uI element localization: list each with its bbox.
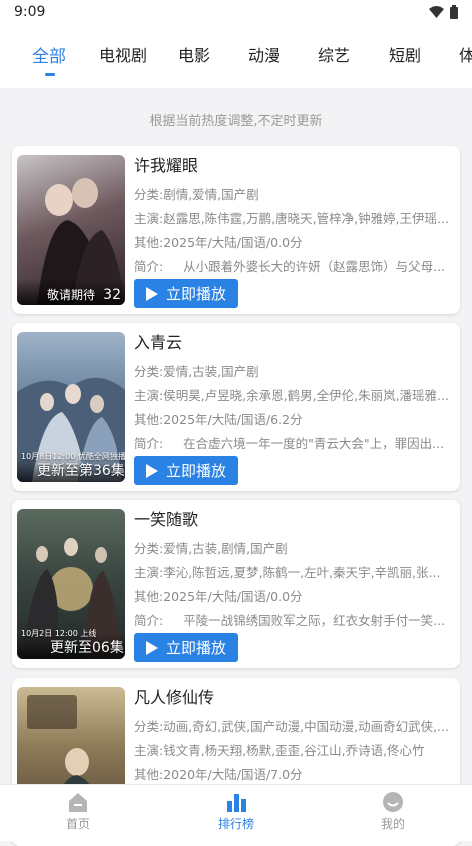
bottom-navigation: 首页 排行榜 我的 [0,784,472,841]
status-time: 9:09 [14,4,46,20]
drama-category: 分类:爱情,古装,剧情,国产剧 [134,541,288,556]
play-now-button[interactable]: 立即播放 [134,633,238,662]
intro-label: 简介: [134,436,164,451]
intro-label: 简介: [134,613,164,628]
drama-title[interactable]: 入青云 [134,332,452,360]
drama-info: 凡人修仙传 分类:动画,奇幻,武侠,国产动漫,中国动漫,动画奇幻武侠,... 主… [134,687,452,787]
nav-ranking-label: 排行榜 [217,817,254,831]
drama-card[interactable]: 10月2日 12:00 上线 更新至06集 一笑随歌 分类:爱情,古装,剧情,国… [12,500,460,668]
play-now-label: 立即播放 [165,639,226,657]
drama-cast: 主演:侯明昊,卢昱晓,余承恩,鹤男,全伊伦,朱丽岚,潘瑶雅... [134,388,449,403]
drama-other-info: 其他:2025年/大陆/国语/0.0分 [134,235,303,250]
drama-cast: 主演:赵露思,陈伟霆,万鹏,唐晓天,管梓净,钟雅婷,王伊瑶... [134,211,449,226]
drama-title[interactable]: 许我耀眼 [134,155,452,183]
active-tab-indicator [45,73,55,76]
tab-sports[interactable]: 体 [459,42,472,66]
play-now-button[interactable]: 立即播放 [134,279,238,308]
drama-title[interactable]: 凡人修仙传 [134,687,452,715]
ranking-icon [227,794,246,812]
tab-movies[interactable]: 电影 [178,42,210,66]
poster-image[interactable]: 10月8日12:00 优酷全网独播 更新至第36集 [17,332,125,482]
drama-card[interactable]: 10月8日12:00 优酷全网独播 更新至第36集 入青云 分类:爱情,古装,国… [12,323,460,491]
drama-category: 分类:动画,奇幻,武侠,国产动漫,中国动漫,动画奇幻武侠,... [134,719,449,734]
play-icon [145,286,158,301]
play-now-label: 立即播放 [165,462,226,480]
play-icon [145,463,158,478]
tab-tv-series[interactable]: 电视剧 [99,42,147,66]
intro-text: 平陵一战锦绣国败军之际，红衣女射手付一笑... [183,613,446,628]
poster-image[interactable]: 敬请期待 32 [17,155,125,305]
wifi-icon [429,6,444,18]
drama-title[interactable]: 一笑随歌 [134,509,452,537]
play-icon [145,640,158,655]
tab-variety[interactable]: 综艺 [318,42,350,66]
intro-text: 在合虚六境一年一度的"青云大会"上，罪因出... [183,436,445,451]
ranking-notice: 根据当前热度调整,不定时更新 [149,114,323,129]
drama-other-info: 其他:2025年/大陆/国语/0.0分 [134,589,303,604]
profile-icon [383,792,403,812]
drama-cast: 主演:钱文青,杨天翔,杨默,歪歪,谷江山,乔诗语,佟心竹 [134,743,425,758]
drama-intro: 简介: 从小跟着外婆长大的许妍（赵露思饰）与父母... [134,255,452,279]
status-bar: 9:09 [0,0,472,26]
drama-card[interactable]: 敬请期待 32 许我耀眼 分类:剧情,爱情,国产剧 主演:赵露思,陈伟霆,万鹏,… [12,146,460,314]
poster-caption: 更新至06集 [50,640,124,656]
drama-info: 入青云 分类:爱情,古装,国产剧 主演:侯明昊,卢昱晓,余承恩,鹤男,全伊伦,朱… [134,332,452,456]
home-icon [69,793,87,812]
drama-cast: 主演:李沁,陈哲远,夏梦,陈鹤一,左叶,秦天宇,辛凯丽,张... [134,565,441,580]
nav-home[interactable]: 首页 [38,791,118,832]
status-icons [429,5,458,19]
poster-caption: 敬请期待 [47,288,96,302]
tab-anime[interactable]: 动漫 [248,42,280,66]
tab-all[interactable]: 全部 [32,42,66,67]
intro-label: 简介: [134,259,164,274]
drama-info: 许我耀眼 分类:剧情,爱情,国产剧 主演:赵露思,陈伟霆,万鹏,唐晓天,管梓净,… [134,155,452,279]
tab-short-drama[interactable]: 短剧 [389,42,421,66]
intro-text: 从小跟着外婆长大的许妍（赵露思饰）与父母... [183,259,446,274]
drama-info: 一笑随歌 分类:爱情,古装,剧情,国产剧 主演:李沁,陈哲远,夏梦,陈鹤一,左叶… [134,509,452,633]
nav-home-label: 首页 [65,817,90,831]
drama-intro: 简介: 在合虚六境一年一度的"青云大会"上，罪因出... [134,432,452,456]
poster-image[interactable]: 10月2日 12:00 上线 更新至06集 [17,509,125,659]
episode-count-badge: 32 [103,287,121,303]
battery-icon [450,5,458,19]
nav-profile[interactable]: 我的 [353,791,433,832]
play-now-button[interactable]: 立即播放 [134,456,238,485]
drama-other-info: 其他:2025年/大陆/国语/6.2分 [134,412,303,427]
drama-category: 分类:爱情,古装,国产剧 [134,364,259,379]
nav-ranking[interactable]: 排行榜 [196,791,276,832]
drama-intro: 简介: 平陵一战锦绣国败军之际，红衣女射手付一笑... [134,609,452,633]
play-now-label: 立即播放 [165,285,226,303]
category-tabs: 全部 电视剧 电影 动漫 综艺 短剧 体 [0,26,472,88]
drama-category: 分类:剧情,爱情,国产剧 [134,187,259,202]
nav-profile-label: 我的 [380,817,405,831]
poster-caption: 更新至第36集 [37,463,125,479]
